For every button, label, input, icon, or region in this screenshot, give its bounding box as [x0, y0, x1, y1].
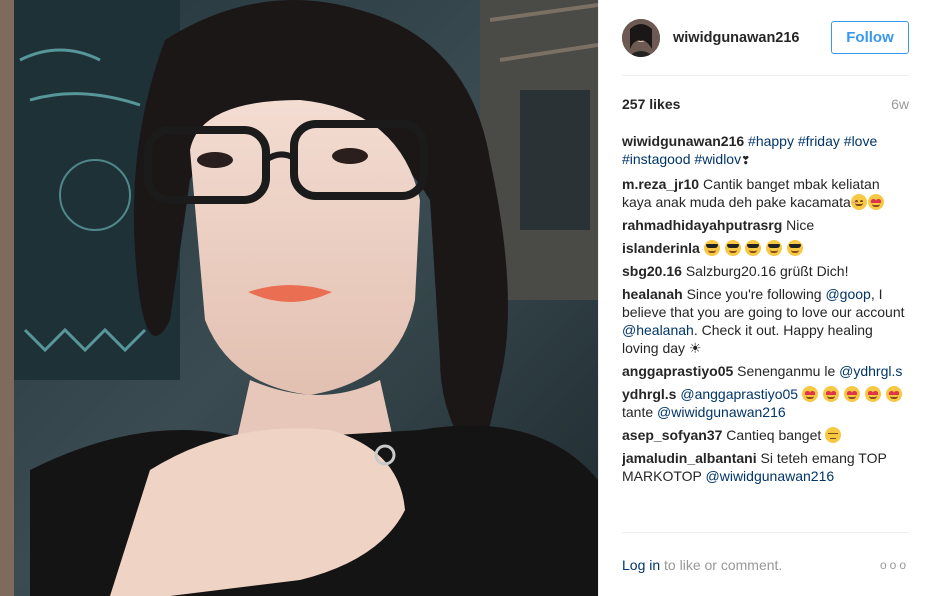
post-age[interactable]: 6w — [891, 96, 909, 112]
comment-text: tante — [622, 404, 654, 420]
mention-link[interactable]: @ydhrgl.s — [839, 363, 902, 379]
photo-image — [0, 0, 598, 596]
sunglasses-icon — [787, 240, 804, 256]
comment-item: m.reza_jr10 Cantik banget mbak keliatan … — [622, 175, 909, 211]
heart-eyes-icon — [822, 386, 839, 402]
comment-username[interactable]: asep_sofyan37 — [622, 427, 722, 443]
heart-eyes-icon — [864, 386, 881, 402]
hashtag-instagood[interactable]: #instagood — [622, 151, 691, 167]
more-options-icon[interactable]: ooo — [880, 558, 909, 572]
hashtag-happy[interactable]: #happy — [748, 133, 794, 149]
caption: wiwidgunawan216 #happy #friday #love #in… — [622, 132, 909, 170]
heart-eyes-icon — [885, 386, 902, 402]
post-photo[interactable] — [0, 0, 598, 596]
follow-button[interactable]: Follow — [831, 21, 909, 54]
post-view: wiwidgunawan216 Follow 257 likes 6w wiwi… — [0, 0, 933, 596]
comment-username[interactable]: islanderinla — [622, 240, 700, 256]
comment-item: asep_sofyan37 Cantieq banget — [622, 426, 909, 444]
smiling-face-icon — [850, 194, 867, 210]
comment-text: Salzburg20.16 grüßt Dich! — [685, 263, 849, 279]
mention-link[interactable]: @wiwidgunawan216 — [706, 468, 835, 484]
comment-text: Senenganmu le — [737, 363, 836, 379]
login-link[interactable]: Log in — [622, 557, 660, 573]
comment-item: ydhrgl.s @anggaprastiyo05 tante @wiwidgu… — [622, 385, 909, 421]
caption-username[interactable]: wiwidgunawan216 — [622, 133, 744, 149]
login-prompt: Log in to like or comment. — [622, 557, 782, 573]
comment-item: jamaludin_albantani Si teteh emang TOP M… — [622, 449, 909, 485]
sunglasses-icon — [724, 240, 741, 256]
mention-link[interactable]: @wiwidgunawan216 — [657, 404, 786, 420]
comment-item: sbg20.16 Salzburg20.16 grüßt Dich! — [622, 262, 909, 280]
post-author-username[interactable]: wiwidgunawan216 — [673, 30, 831, 46]
post-footer: Log in to like or comment. ooo — [622, 532, 909, 596]
sunglasses-icon — [703, 240, 720, 256]
post-meta: 257 likes 6w — [622, 76, 909, 132]
hashtag-friday[interactable]: #friday — [798, 133, 840, 149]
comment-item: healanah Since you're following @goop, I… — [622, 285, 909, 357]
avatar[interactable] — [622, 18, 660, 57]
mention-link[interactable]: @healanah — [622, 322, 694, 338]
like-count[interactable]: 257 likes — [622, 96, 680, 112]
comment-username[interactable]: rahmadhidayahputrasrg — [622, 217, 782, 233]
post-sidebar: wiwidgunawan216 Follow 257 likes 6w wiwi… — [598, 0, 933, 596]
hashtag-love[interactable]: #love — [844, 133, 877, 149]
comment-item: anggaprastiyo05 Senenganmu le @ydhrgl.s — [622, 362, 909, 380]
comment-username[interactable]: jamaludin_albantani — [622, 450, 757, 466]
post-header: wiwidgunawan216 Follow — [622, 0, 909, 76]
heart-eyes-icon — [867, 194, 884, 210]
comment-text: Nice — [786, 217, 815, 233]
heart-exclamation-icon: ❣ — [741, 155, 751, 167]
sunglasses-icon — [766, 240, 783, 256]
heart-eyes-icon — [843, 386, 860, 402]
comment-username[interactable]: sbg20.16 — [622, 263, 682, 279]
avatar-image — [622, 18, 660, 57]
sunglasses-icon — [745, 240, 762, 256]
heart-eyes-icon — [802, 386, 818, 402]
login-prompt-text: to like or comment. — [664, 556, 783, 573]
comment-text: Cantieq banget — [726, 427, 822, 443]
comment-text: Since you're following — [686, 286, 822, 302]
comment-item: islanderinla — [622, 239, 909, 257]
comment-username[interactable]: anggaprastiyo05 — [622, 363, 733, 379]
mention-link[interactable]: @anggaprastiyo05 — [680, 386, 798, 402]
mention-link[interactable]: @goop — [825, 286, 870, 302]
pensive-face-icon — [825, 427, 842, 443]
comment-list: wiwidgunawan216 #happy #friday #love #in… — [622, 132, 909, 532]
comment-item: rahmadhidayahputrasrg Nice — [622, 216, 909, 234]
hashtag-widlov[interactable]: #widlov — [694, 151, 741, 167]
comment-username[interactable]: m.reza_jr10 — [622, 176, 699, 192]
comment-username[interactable]: healanah — [622, 286, 683, 302]
comment-username[interactable]: ydhrgl.s — [622, 386, 676, 402]
